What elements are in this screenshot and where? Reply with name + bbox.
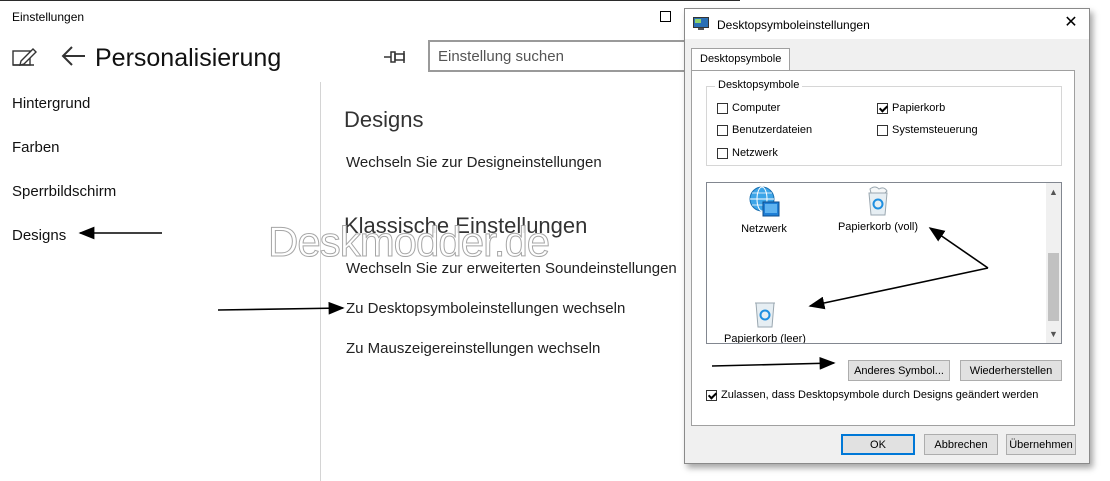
list-item-papierkorb-voll[interactable]: Papierkorb (voll): [833, 185, 923, 233]
sidebar: Hintergrund Farben Sperrbildschirm Desig…: [0, 82, 321, 481]
checkbox-label: Benutzerdateien: [732, 124, 813, 136]
pin-icon[interactable]: [382, 46, 408, 68]
section-title-classic: Klassische Einstellungen: [344, 213, 588, 238]
dialog-title: Desktopsymboleinstellungen: [717, 18, 870, 32]
section-title-designs: Designs: [344, 107, 424, 132]
sidebar-item-hintergrund[interactable]: Hintergrund: [12, 95, 90, 112]
checkbox-label: Papierkorb: [892, 102, 946, 114]
tab-strip: Desktopsymbole: [691, 47, 1083, 71]
recycle-bin-empty-icon: [755, 302, 775, 328]
change-icon-button[interactable]: Anderes Symbol...: [848, 360, 950, 381]
list-item-papierkorb-leer[interactable]: Papierkorb (leer): [717, 297, 813, 344]
desktop-icon-settings-dialog: Desktopsymboleinstellungen ✕ Desktopsymb…: [684, 8, 1090, 464]
scroll-up-icon[interactable]: ▲: [1046, 185, 1061, 199]
tab-panel: Desktopsymbole Computer Papierkorb Benut…: [691, 70, 1075, 426]
page-title: Personalisierung: [95, 44, 282, 72]
list-item-label: Papierkorb (leer): [724, 333, 806, 344]
sidebar-item-farben[interactable]: Farben: [12, 139, 60, 156]
settings-titlebar: Einstellungen: [0, 0, 740, 32]
settings-header: Personalisierung: [0, 32, 740, 82]
list-item-netzwerk[interactable]: Netzwerk: [731, 185, 797, 235]
icon-list[interactable]: Netzwerk Papierkorb (voll) Papierkorb (l…: [706, 182, 1062, 344]
checkbox-netzwerk[interactable]: Netzwerk: [717, 147, 778, 159]
checkbox-box[interactable]: [706, 389, 717, 401]
link-desktop-icon-settings[interactable]: Zu Desktopsymboleinstellungen wechseln: [346, 300, 625, 317]
main-content: Designs Wechseln Sie zur Designeinstellu…: [322, 82, 740, 481]
restore-default-button[interactable]: Wiederherstellen: [960, 360, 1062, 381]
window-title: Einstellungen: [12, 10, 85, 24]
checkbox-box[interactable]: [877, 102, 888, 114]
back-arrow-icon[interactable]: [60, 42, 88, 70]
network-icon: [749, 186, 780, 217]
ok-button[interactable]: OK: [841, 434, 915, 455]
checkbox-box[interactable]: [717, 147, 728, 159]
checkbox-box[interactable]: [877, 124, 888, 136]
checkbox-box[interactable]: [717, 102, 728, 114]
recycle-bin-full-icon: [868, 186, 888, 216]
sidebar-item-sperrbildschirm[interactable]: Sperrbildschirm: [12, 183, 116, 200]
checkbox-systemsteuerung[interactable]: Systemsteuerung: [877, 124, 978, 136]
list-item-label: Netzwerk: [741, 223, 787, 235]
desktop-monitor-icon: [693, 17, 709, 30]
settings-window: Einstellungen Personalisierung Hintergru…: [0, 0, 740, 481]
checkbox-label: Systemsteuerung: [892, 124, 978, 136]
checkbox-allow-themes[interactable]: Zulassen, dass Desktopsymbole durch Desi…: [706, 389, 1038, 401]
checkbox-box[interactable]: [717, 124, 728, 136]
link-sound-settings[interactable]: Wechseln Sie zur erweiterten Soundeinste…: [346, 260, 677, 277]
sidebar-item-designs[interactable]: Designs: [12, 227, 66, 244]
scroll-down-icon[interactable]: ▼: [1046, 327, 1061, 341]
tab-desktopsymbole[interactable]: Desktopsymbole: [691, 48, 791, 70]
personalize-edit-icon[interactable]: [12, 46, 38, 68]
vertical-scrollbar[interactable]: ▲ ▼: [1046, 183, 1061, 343]
desktop-icons-group: Desktopsymbole Computer Papierkorb Benut…: [706, 79, 1062, 166]
link-mouse-pointer-settings[interactable]: Zu Mauszeigereinstellungen wechseln: [346, 340, 600, 357]
checkbox-label: Netzwerk: [732, 147, 778, 159]
maximize-button[interactable]: [660, 11, 671, 22]
cancel-button[interactable]: Abbrechen: [924, 434, 998, 455]
dialog-titlebar: Desktopsymboleinstellungen ✕: [685, 9, 1089, 39]
scroll-thumb[interactable]: [1048, 253, 1059, 321]
checkbox-computer[interactable]: Computer: [717, 102, 780, 114]
checkbox-papierkorb[interactable]: Papierkorb: [877, 102, 945, 114]
checkbox-label: Zulassen, dass Desktopsymbole durch Desi…: [721, 389, 1039, 401]
apply-button[interactable]: Übernehmen: [1006, 434, 1076, 455]
list-item-label: Papierkorb (voll): [837, 221, 919, 233]
link-design-settings[interactable]: Wechseln Sie zur Designeinstellungen: [346, 154, 602, 171]
search-input[interactable]: [428, 40, 690, 72]
close-icon[interactable]: ✕: [1059, 12, 1083, 34]
group-label: Desktopsymbole: [715, 79, 803, 91]
checkbox-benutzerdateien[interactable]: Benutzerdateien: [717, 124, 812, 136]
checkbox-label: Computer: [732, 102, 781, 114]
